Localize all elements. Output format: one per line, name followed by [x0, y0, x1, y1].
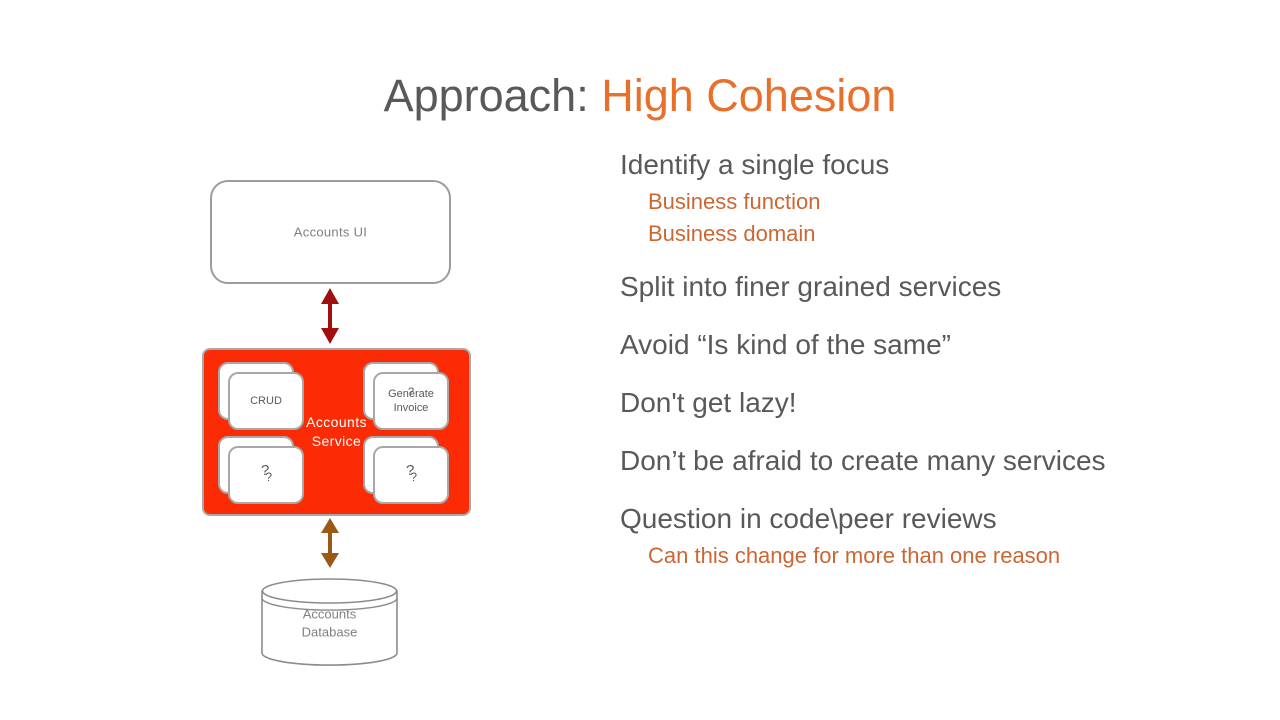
bullet-item: Split into finer grained services	[620, 271, 1002, 302]
accounts-database-cylinder: Accounts Database	[261, 578, 398, 666]
bullet-item: Don't get lazy!	[620, 387, 797, 418]
bullet-item-sub: Business domain	[648, 221, 816, 246]
question-mark-overlay: ?	[407, 386, 415, 398]
accounts-ui-box: Accounts UI	[210, 180, 451, 284]
page-title: Approach: High Cohesion	[0, 68, 1280, 124]
card-unknown-1-label: ? ?	[230, 463, 302, 486]
page-title-accent: High Cohesion	[601, 70, 897, 121]
bullet-list: Identify a single focus Business functio…	[620, 148, 1110, 574]
bullet-item-sub: Can this change for more than one reason	[648, 543, 1061, 568]
accounts-service-box: CRUD ? Generate Invoice ? ? ? ? Accounts…	[202, 348, 471, 516]
bullet-item: Identify a single focus	[620, 149, 890, 180]
card-unknown-2-label: ? ?	[375, 463, 447, 486]
double-question-mark: ? ?	[230, 463, 302, 486]
card-front-layer: ? ?	[373, 446, 449, 504]
accounts-database-label: Accounts Database	[261, 605, 398, 641]
question-mark-small: ?	[410, 470, 418, 484]
database-label-line2: Database	[301, 624, 358, 640]
database-label-line1: Accounts	[302, 606, 357, 622]
architecture-diagram: Accounts UI CRUD ? Generate Invoice ? ? …	[195, 170, 495, 670]
page-title-prefix: Approach:	[383, 70, 602, 121]
double-question-mark: ? ?	[375, 463, 447, 486]
bullet-item: Avoid “Is kind of the same”	[620, 329, 951, 360]
card-generate-invoice-label: ? Generate Invoice	[375, 386, 447, 415]
double-arrow-icon	[321, 518, 339, 568]
card-front-layer: ? ?	[228, 446, 304, 504]
bullet-item-sub: Business function	[648, 189, 821, 214]
double-arrow-icon	[321, 288, 339, 344]
bullet-item: Question in code\peer reviews	[620, 503, 997, 534]
question-mark-small: ?	[265, 470, 273, 484]
accounts-ui-label: Accounts UI	[293, 224, 368, 240]
bullet-item: Don’t be afraid to create many services	[620, 445, 1106, 476]
accounts-service-label: Accounts Service	[282, 413, 392, 451]
service-label-line2: Service	[311, 433, 362, 449]
card-crud-label: CRUD	[250, 395, 282, 407]
service-label-line1: Accounts	[306, 414, 367, 430]
